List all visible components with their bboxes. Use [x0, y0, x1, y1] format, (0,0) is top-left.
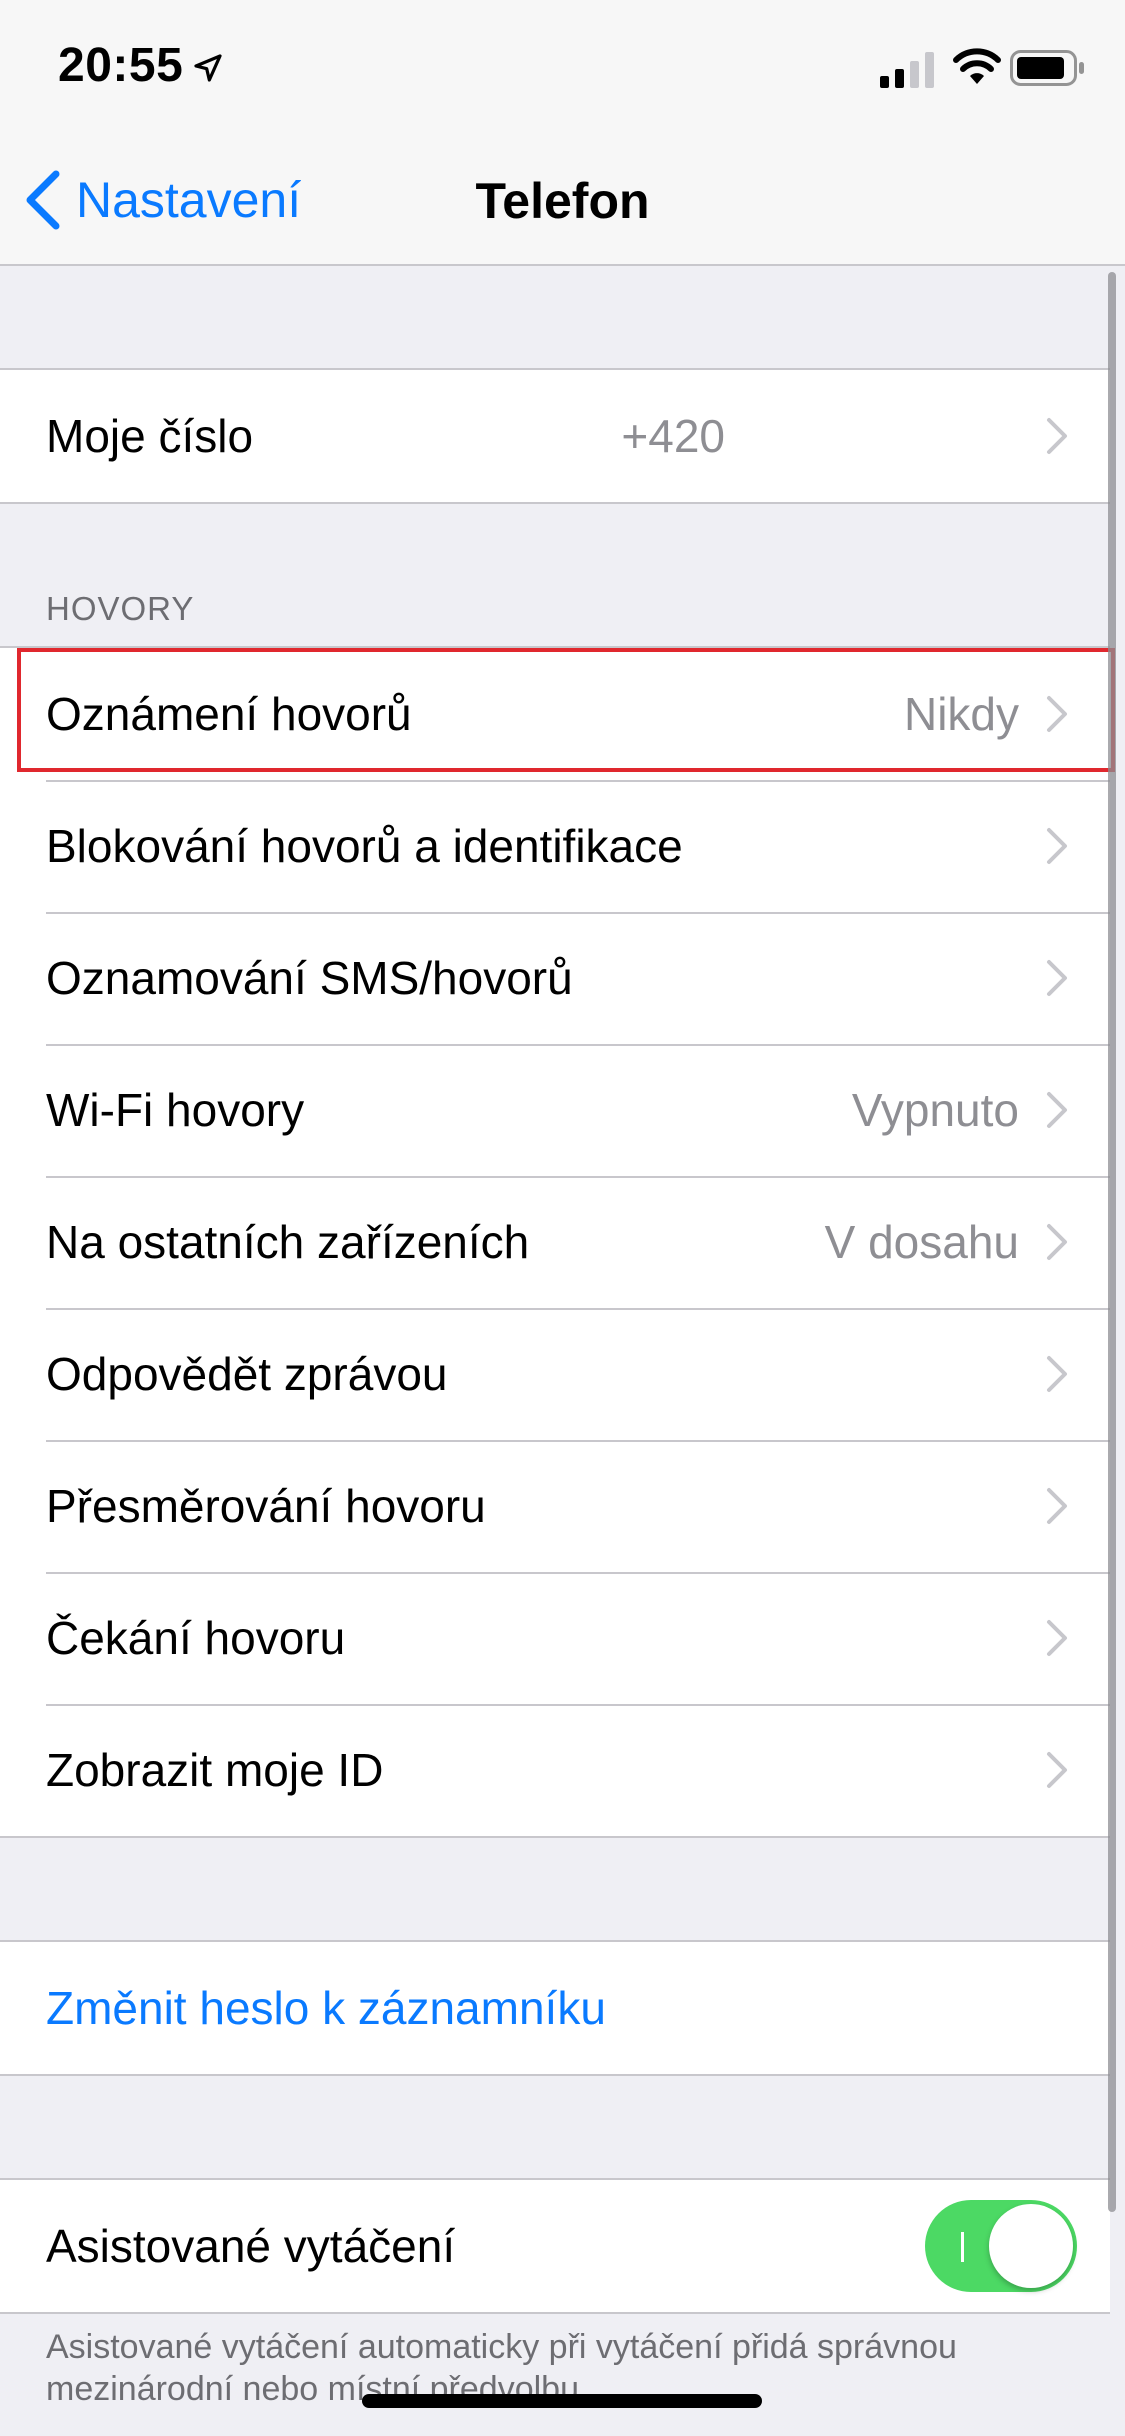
wifi-icon	[953, 48, 1001, 84]
battery-icon	[1010, 50, 1084, 86]
chevron-right-icon	[1047, 1488, 1067, 1524]
row-call-blocking[interactable]: Blokování hovorů a identifikace	[0, 780, 1110, 912]
cellular-signal-icon	[880, 52, 934, 88]
scrollbar[interactable]	[1108, 272, 1116, 2212]
row-label: Odpovědět zprávou	[46, 1348, 448, 1400]
row-label: Blokování hovorů a identifikace	[46, 820, 683, 872]
row-label: Moje číslo	[46, 410, 254, 462]
navigation-bar: Nastavení Telefon	[0, 132, 1125, 266]
chevron-right-icon	[1047, 960, 1067, 996]
row-label: Přesměrování hovoru	[46, 1480, 486, 1532]
row-label: Na ostatních zařízeních	[46, 1216, 530, 1268]
row-value: V dosahu	[824, 1216, 1019, 1268]
status-time: 20:55	[58, 39, 184, 92]
row-respond-with-text[interactable]: Odpovědět zprávou	[0, 1308, 1110, 1440]
row-wifi-calling[interactable]: Wi-Fi hovory Vypnuto	[0, 1044, 1110, 1176]
change-voicemail-password-button[interactable]: Změnit heslo k záznamníku	[0, 1942, 1110, 2074]
toggle-knob	[989, 2204, 1073, 2288]
row-label: Wi-Fi hovory	[46, 1084, 305, 1136]
status-bar: 20:55	[0, 0, 1125, 132]
row-other-devices[interactable]: Na ostatních zařízeních V dosahu	[0, 1176, 1110, 1308]
row-value: Vypnuto	[851, 1084, 1019, 1136]
row-assisted-dialing: Asistované vytáčení	[0, 2180, 1110, 2312]
page-title: Telefon	[475, 173, 650, 229]
row-label: Asistované vytáčení	[46, 2220, 456, 2272]
row-value: Nikdy	[903, 688, 1019, 740]
chevron-right-icon	[1047, 1752, 1067, 1788]
chevron-right-icon	[1047, 1620, 1067, 1656]
row-call-announcement[interactable]: Oznámení hovorů Nikdy	[0, 648, 1110, 780]
section-header-calls: HOVORY	[46, 590, 195, 627]
row-call-waiting[interactable]: Čekání hovoru	[0, 1572, 1110, 1704]
chevron-right-icon	[1047, 1224, 1067, 1260]
voicemail-group: Změnit heslo k záznamníku	[0, 1940, 1110, 2076]
row-value: +420	[621, 410, 725, 462]
row-label: Oznámení hovorů	[46, 688, 412, 740]
row-label: Změnit heslo k záznamníku	[46, 1982, 606, 2034]
chevron-right-icon	[1047, 418, 1067, 454]
chevron-right-icon	[1047, 1092, 1067, 1128]
row-label: Čekání hovoru	[46, 1612, 346, 1664]
row-label: Oznamování SMS/hovorů	[46, 952, 573, 1004]
home-indicator[interactable]	[362, 2394, 762, 2408]
row-label: Zobrazit moje ID	[46, 1744, 384, 1796]
calls-group: Oznámení hovorů Nikdy Blokování hovorů a…	[0, 646, 1110, 1838]
my-number-group: Moje číslo +420	[0, 368, 1110, 504]
row-show-caller-id[interactable]: Zobrazit moje ID	[0, 1704, 1110, 1836]
chevron-right-icon	[1047, 828, 1067, 864]
toggle-on-mark	[961, 2232, 964, 2262]
chevron-right-icon	[1047, 696, 1067, 732]
chevron-right-icon	[1047, 1356, 1067, 1392]
row-call-forwarding[interactable]: Přesměrování hovoru	[0, 1440, 1110, 1572]
assisted-dialing-group: Asistované vytáčení	[0, 2178, 1110, 2314]
row-my-number[interactable]: Moje číslo +420	[0, 370, 1110, 502]
assisted-dialing-toggle[interactable]	[925, 2200, 1077, 2292]
location-arrow-icon	[194, 54, 222, 82]
row-sms-call-reporting[interactable]: Oznamování SMS/hovorů	[0, 912, 1110, 1044]
